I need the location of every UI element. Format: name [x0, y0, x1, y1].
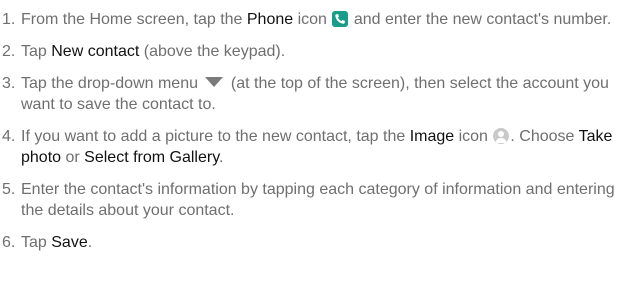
step-text: Tap [21, 234, 52, 251]
step-3: 3. Tap the drop-down menu (at the top of… [0, 73, 625, 115]
step-number: 4. [2, 128, 16, 145]
step-number: 5. [2, 181, 16, 198]
select-from-gallery-label: Select from Gallery [84, 149, 220, 166]
instructions-page: 1. From the Home screen, tap the Phone i… [0, 0, 625, 295]
step-number: 2. [2, 43, 16, 60]
step-number: 1. [2, 11, 16, 28]
step-number: 6. [2, 234, 16, 251]
step-6: 6. Tap Save. [0, 232, 625, 253]
step-1: 1. From the Home screen, tap the Phone i… [0, 9, 625, 30]
phone-icon [332, 11, 349, 27]
save-label: Save [51, 234, 88, 251]
phone-label: Phone [246, 11, 294, 28]
step-text: If you want to add a picture to the new … [21, 128, 410, 145]
step-number: 3. [2, 75, 16, 92]
step-text: . Choose [510, 128, 579, 145]
steps-list: 1. From the Home screen, tap the Phone i… [0, 9, 625, 253]
step-text: Tap [21, 43, 52, 60]
step-text: From the Home screen, tap the [21, 11, 247, 28]
step-2: 2. Tap New contact (above the keypad). [0, 41, 625, 62]
dropdown-arrow-icon [205, 77, 224, 87]
step-text: icon [293, 11, 332, 28]
step-text: . [87, 234, 93, 251]
step-text: and enter the new contact's number. [349, 11, 612, 28]
step-text: (above the keypad). [139, 43, 286, 60]
step-text: or [61, 149, 85, 166]
step-text: Tap the drop-down menu [21, 75, 203, 92]
step-4: 4. If you want to add a picture to the n… [0, 126, 625, 168]
image-icon [493, 128, 510, 144]
image-label: Image [409, 128, 455, 145]
step-5: 5. Enter the contact's information by ta… [0, 179, 625, 221]
new-contact-label: New contact [51, 43, 140, 60]
step-text: Enter the contact's information by tappi… [21, 181, 615, 219]
step-text: icon [454, 128, 493, 145]
step-text: . [219, 149, 224, 166]
